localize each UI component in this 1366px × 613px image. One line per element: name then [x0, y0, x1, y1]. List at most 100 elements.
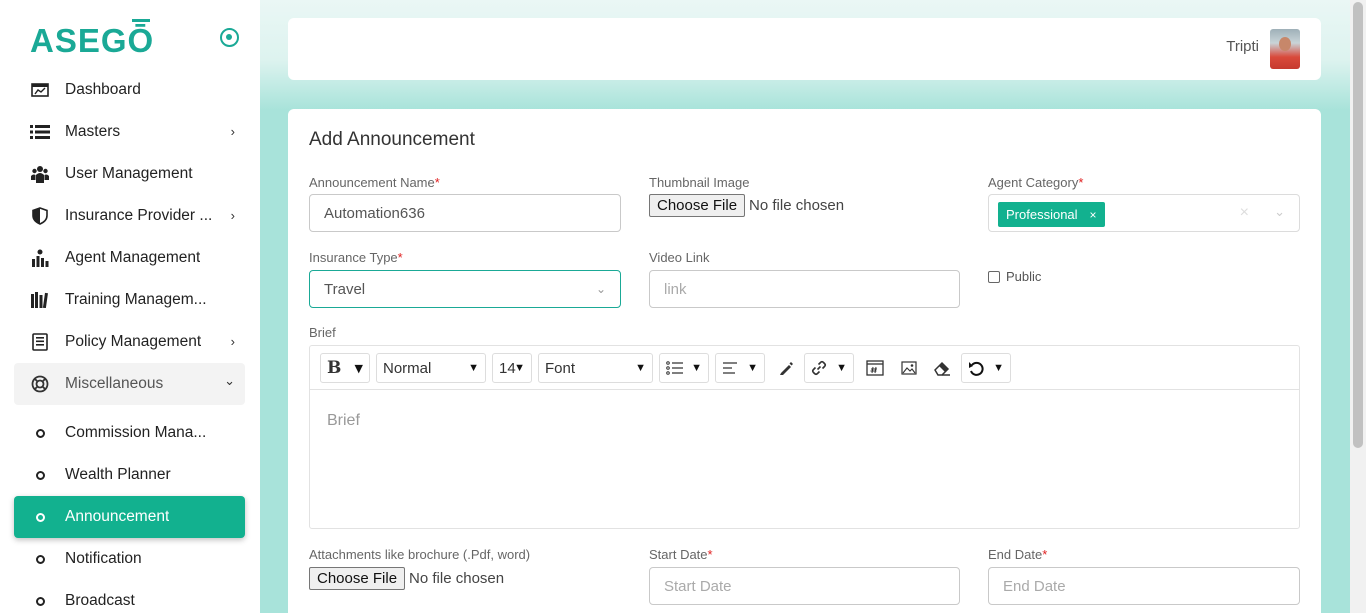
sidebar-item-label: Announcement — [65, 508, 170, 525]
chevron-right-icon: › — [230, 208, 235, 223]
undo-button[interactable]: ▼ — [961, 353, 1011, 383]
sidebar-item-label: Masters — [65, 123, 121, 140]
code-icon — [866, 360, 884, 376]
video-link-field[interactable]: link — [649, 270, 960, 308]
asego-logo[interactable]: ASEGŌ — [30, 22, 154, 60]
shield-icon — [30, 206, 50, 226]
agent-category-label: Agent Category* — [988, 175, 1084, 190]
link-button[interactable]: ▼ — [804, 353, 854, 383]
sidebar-item-insurance-provider[interactable]: Insurance Provider ... › — [14, 195, 245, 237]
brief-placeholder: Brief — [327, 412, 360, 429]
image-icon — [901, 361, 917, 375]
sidebar-item-label: Notification — [65, 550, 142, 567]
chevron-down-icon: ⌄ — [224, 373, 235, 388]
end-date-field[interactable]: End Date — [988, 567, 1300, 605]
brief-label: Brief — [309, 325, 336, 340]
code-view-button[interactable] — [861, 353, 889, 383]
sidebar-item-masters[interactable]: Masters › — [14, 111, 245, 153]
main-content: Tripti Add Announcement Announcement Nam… — [260, 0, 1350, 613]
list-icon — [30, 122, 50, 142]
end-date-label: End Date* — [988, 547, 1048, 562]
sidebar-item-miscellaneous[interactable]: Miscellaneous ⌄ — [14, 363, 245, 405]
public-label: Public — [1006, 269, 1042, 284]
sidebar-item-label: Wealth Planner — [65, 466, 171, 483]
sidebar-item-policy-management[interactable]: Policy Management › — [14, 321, 245, 363]
sidebar-subitem-commission-management[interactable]: Commission Mana... — [14, 412, 245, 454]
announcement-name-label: Announcement Name* — [309, 175, 440, 190]
sidebar: ASEGŌ Dashboard Masters › User Managemen… — [0, 0, 260, 613]
bullet-icon — [30, 591, 50, 611]
chevron-right-icon: › — [230, 334, 235, 349]
logo-text-o: Ō — [127, 22, 155, 59]
paragraph-style-select[interactable]: Normal ▼ — [376, 353, 486, 383]
sidebar-subitem-wealth-planner[interactable]: Wealth Planner — [14, 454, 245, 496]
avatar[interactable] — [1270, 29, 1300, 69]
sidebar-item-agent-management[interactable]: Agent Management — [14, 237, 245, 279]
sidebar-item-label: Commission Mana... — [65, 424, 207, 441]
sidebar-item-label: Policy Management — [65, 333, 202, 350]
thumbnail-file-status: No file chosen — [749, 197, 845, 214]
insurance-type-label: Insurance Type* — [309, 250, 403, 265]
chevron-down-icon: ⌄ — [595, 282, 606, 296]
eraser-icon — [934, 361, 950, 376]
users-icon — [30, 164, 50, 184]
sidebar-subitem-notification[interactable]: Notification — [14, 538, 245, 580]
align-button[interactable]: ▼ — [715, 353, 765, 383]
page-scrollbar[interactable] — [1350, 0, 1366, 613]
sidebar-toggle-icon[interactable] — [220, 28, 239, 47]
attachments-label: Attachments like brochure (.Pdf, word) — [309, 547, 531, 562]
page-title: Add Announcement — [309, 129, 475, 150]
lifebuoy-icon — [30, 374, 50, 394]
sidebar-item-label: Agent Management — [65, 249, 201, 266]
header-bar: Tripti — [288, 18, 1321, 80]
clear-format-button[interactable] — [928, 353, 956, 383]
announcement-name-field[interactable]: Automation636 — [309, 194, 621, 232]
scrollbar-thumb[interactable] — [1353, 2, 1363, 448]
thumbnail-choose-file-button[interactable]: Choose File — [649, 194, 746, 217]
bold-button[interactable]: B ▼ — [320, 353, 370, 383]
sidebar-item-user-management[interactable]: User Management — [14, 153, 245, 195]
document-icon — [30, 332, 50, 352]
attachments-choose-file-button[interactable]: Choose File — [309, 567, 406, 590]
bullet-icon — [30, 507, 50, 527]
thumbnail-image-label: Thumbnail Image — [649, 175, 750, 190]
sidebar-item-label: Broadcast — [65, 592, 135, 609]
dashboard-icon — [30, 80, 50, 100]
agent-category-chip: Professional × — [998, 202, 1105, 227]
link-icon — [811, 360, 827, 376]
public-checkbox-row[interactable]: Public — [988, 269, 1041, 284]
chevron-down-icon[interactable]: ⌄ — [1274, 204, 1285, 220]
clear-icon[interactable]: × — [1240, 204, 1249, 222]
chevron-right-icon: › — [230, 124, 235, 139]
video-link-label: Video Link — [649, 250, 710, 265]
thumbnail-file-input: Choose File No file chosen — [649, 194, 844, 217]
insurance-type-select[interactable]: Travel ⌄ — [309, 270, 621, 308]
brief-editor[interactable]: B ▼ Normal ▼ 14 ▼ Font ▼ ▼ ▼ ▼ ▼ Brief — [309, 345, 1300, 529]
sidebar-item-label: Dashboard — [65, 81, 141, 98]
sidebar-item-label: Insurance Provider ... — [65, 207, 213, 224]
bullet-list-icon — [666, 361, 683, 375]
align-left-icon — [723, 362, 737, 374]
editor-toolbar: B ▼ Normal ▼ 14 ▼ Font ▼ ▼ ▼ ▼ ▼ — [310, 346, 1299, 390]
undo-icon — [969, 361, 984, 376]
sidebar-item-dashboard[interactable]: Dashboard — [14, 69, 245, 111]
public-checkbox[interactable] — [988, 270, 1000, 283]
agent-category-select[interactable]: Professional × × ⌄ — [988, 194, 1300, 232]
list-button[interactable]: ▼ — [659, 353, 709, 383]
start-date-field[interactable]: Start Date — [649, 567, 960, 605]
sidebar-item-label: Miscellaneous — [65, 375, 164, 392]
attachments-file-input: Choose File No file chosen — [309, 567, 504, 590]
sidebar-subitem-broadcast[interactable]: Broadcast — [14, 580, 245, 613]
username[interactable]: Tripti — [1226, 38, 1259, 55]
font-family-select[interactable]: Font ▼ — [538, 353, 653, 383]
chip-remove-icon[interactable]: × — [1090, 208, 1097, 222]
add-announcement-card: Add Announcement Announcement Name* Auto… — [288, 109, 1321, 613]
color-button[interactable] — [772, 353, 800, 383]
font-size-select[interactable]: 14 ▼ — [492, 353, 532, 383]
agents-icon — [30, 248, 50, 268]
image-button[interactable] — [895, 353, 923, 383]
sidebar-subitem-announcement[interactable]: Announcement — [14, 496, 245, 538]
logo-text: ASEG — [30, 22, 128, 59]
sidebar-item-training-management[interactable]: Training Managem... — [14, 279, 245, 321]
books-icon — [30, 290, 50, 310]
